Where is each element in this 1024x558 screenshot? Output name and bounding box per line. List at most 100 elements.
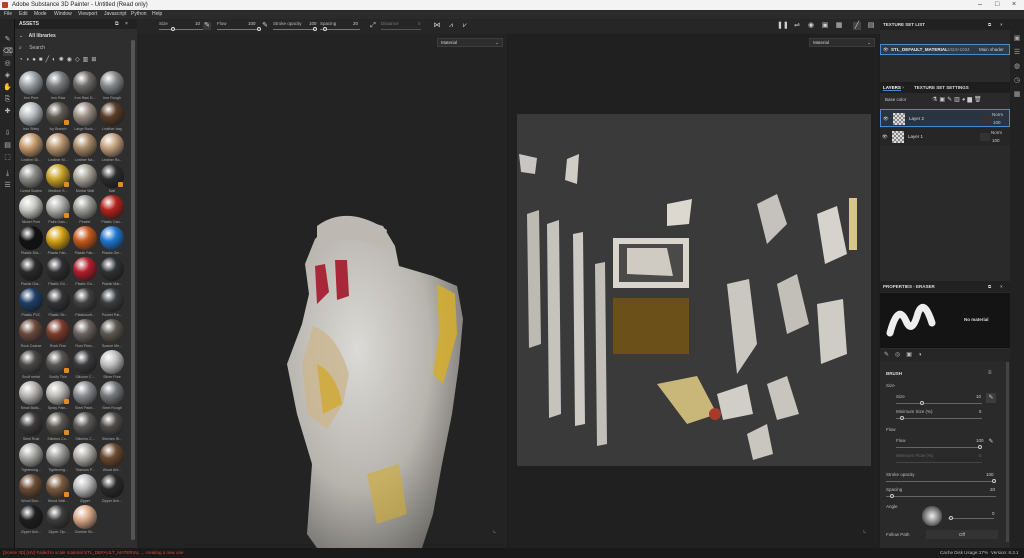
stroke-opacity-value[interactable]: 100 [309, 21, 317, 26]
uv-tool-icon[interactable]: ▤ [3, 141, 12, 150]
layer-name[interactable]: Layer 2 [909, 110, 924, 128]
menu-viewport[interactable]: Viewport [78, 10, 97, 19]
camera-view-icon[interactable]: ◉ [807, 22, 815, 30]
angle-value[interactable]: 0 [992, 511, 995, 516]
spacing-knob[interactable] [890, 494, 894, 498]
scrollbar-thumb[interactable] [131, 40, 135, 540]
material-thumbnail[interactable]: Pewter [73, 195, 97, 227]
size-value[interactable]: 10 [195, 21, 200, 26]
material-thumbnail[interactable]: Small Balls... [19, 381, 43, 413]
material-thumbnail[interactable]: Plasticsoft... [73, 288, 97, 320]
tab-alpha-icon[interactable]: ◎ [895, 352, 906, 358]
min-flow-slider[interactable] [896, 462, 982, 463]
brush-presets-icon[interactable]: ≡ [988, 370, 992, 376]
clone-icon[interactable]: ⎘ [3, 95, 12, 104]
brush-flow-slider[interactable] [896, 447, 982, 448]
brush-size-value[interactable]: 10 [976, 394, 981, 399]
material-thumbnail[interactable]: Stitches Co... [46, 412, 70, 444]
min-size-slider[interactable] [896, 418, 982, 419]
stroke-opacity-knob[interactable] [313, 27, 317, 31]
material-thumbnail[interactable]: Rock Fine [46, 319, 70, 351]
material-thumbnail[interactable]: Plastic Fab... [73, 226, 97, 258]
material-thumbnail[interactable]: Leather Ro... [100, 133, 124, 165]
material-thumbnail[interactable]: Zombie Sk... [73, 505, 97, 537]
material-thumbnail[interactable]: Steel Paint... [73, 381, 97, 413]
material-thumbnail[interactable]: Zipper Zip... [46, 505, 70, 537]
brush-flow-value[interactable]: 100 [976, 438, 984, 443]
maximize-icon[interactable]: □ [995, 0, 999, 10]
material-thumbnail[interactable]: Nail [100, 164, 124, 196]
eraser-icon[interactable]: ⌫ [3, 47, 13, 56]
close-icon[interactable]: × [1012, 0, 1016, 10]
delete-layer-icon[interactable]: 🗑 [974, 97, 984, 103]
material-thumbnail[interactable]: Stitches St... [100, 412, 124, 444]
eye-icon[interactable]: 👁 [883, 45, 889, 54]
tab-texture-set-settings[interactable]: TEXTURE SET SETTINGS [914, 82, 969, 93]
size-pressure-icon[interactable]: ✎ [986, 393, 996, 403]
material-thumbnail[interactable]: Silver Pure [100, 350, 124, 382]
menu-help[interactable]: Help [152, 10, 162, 19]
properties-scrollbar[interactable] [1006, 362, 1009, 542]
eye-icon[interactable]: 👁 [882, 128, 888, 146]
add-fill-layer-icon[interactable]: ▥ [954, 97, 962, 103]
filter-texture-icon[interactable]: ■ [39, 57, 46, 63]
uv-canvas[interactable] [517, 114, 871, 466]
spacing-value[interactable]: 20 [990, 487, 995, 492]
filter-material-icon[interactable]: ● [32, 57, 39, 63]
library-row[interactable]: ⌄ All libraries [19, 33, 56, 39]
selection-icon[interactable]: ⬚ [3, 153, 12, 162]
menu-python[interactable]: Python [131, 10, 147, 19]
material-thumbnail[interactable]: Scuff metal [19, 350, 43, 382]
filter-environment-icon[interactable]: ◉ [67, 57, 75, 63]
filter-alpha-icon[interactable]: ◐ [52, 57, 59, 63]
symmetry-icon[interactable]: ⋈ [433, 22, 441, 30]
display-mode-icon[interactable]: ▣ [821, 22, 829, 30]
layer-name[interactable]: Layer 1 [908, 128, 923, 146]
min-size-value[interactable]: 5 [979, 409, 982, 414]
geometry-fill-icon[interactable]: ◈ [3, 71, 12, 80]
material-thumbnail[interactable]: Iron Shiny [19, 102, 43, 134]
close-panel-icon[interactable]: × [1000, 19, 1003, 30]
menu-mode[interactable]: Mode [34, 10, 47, 19]
min-flow-value[interactable]: 0 [979, 453, 982, 458]
material-thumbnail[interactable]: Titanium P... [73, 443, 97, 475]
tab-layers-close-icon[interactable]: × [902, 82, 905, 93]
display-settings-icon[interactable]: ☰ [3, 181, 12, 190]
material-thumbnail[interactable]: Iron Pure [19, 71, 43, 103]
minimize-icon[interactable]: – [978, 0, 982, 10]
pen-pressure-icon[interactable]: ✎ [203, 22, 211, 30]
spacing-slider[interactable] [886, 496, 996, 497]
min-size-knob[interactable] [900, 416, 904, 420]
render-mode-icon[interactable]: ⇌ [793, 22, 801, 30]
layers-icon[interactable]: ☰ [1013, 49, 1021, 57]
filter-generator-icon[interactable]: ◇ [75, 57, 83, 63]
size-slider[interactable] [159, 29, 203, 30]
material-thumbnail[interactable]: Plastic Fab... [46, 226, 70, 258]
material-thumbnail[interactable]: Plastic Dia... [19, 226, 43, 258]
flow-pressure-icon[interactable]: ✎ [261, 22, 269, 30]
texture-set-item[interactable]: 👁 STL_DEFAULT_MATERIAL 1024×1024 Main sh… [880, 44, 1010, 55]
stroke-opacity-slider[interactable] [273, 29, 317, 30]
material-thumbnail[interactable]: Leather Bl... [19, 133, 43, 165]
angle-knob[interactable] [949, 516, 953, 520]
assets-scrollbar[interactable] [131, 40, 135, 540]
material-thumbnail[interactable]: Wood Bou... [19, 474, 43, 506]
angle-slider[interactable] [948, 518, 994, 519]
material-thumbnail[interactable]: Lizard Scales [19, 164, 43, 196]
asset-filter-bar[interactable]: ◔◑●■╱◐✺◉◇▥⊞ [19, 56, 133, 65]
viewport-2d-channel-dropdown[interactable]: Material ⌄ [809, 38, 875, 47]
material-thumbnail[interactable]: Zipper Ach... [19, 505, 43, 537]
angle-dial[interactable] [922, 506, 942, 526]
menu-file[interactable]: File [4, 10, 12, 19]
material-thumbnail[interactable]: Wood Arti... [100, 443, 124, 475]
material-thumbnail[interactable]: Scuffy Thin [46, 350, 70, 382]
distance-slider[interactable] [381, 29, 421, 30]
pause-icon[interactable]: ❚❚ [777, 22, 789, 30]
export-icon[interactable]: ⤓ [3, 169, 12, 178]
material-thumbnail[interactable]: Iron Raw [46, 71, 70, 103]
projection-icon[interactable]: ◎ [3, 59, 12, 68]
tab-stencil-icon[interactable]: ▣ [906, 352, 918, 358]
material-thumbnail[interactable]: Tightening... [46, 443, 70, 475]
brush-flow-knob[interactable] [978, 445, 982, 449]
material-thumbnail[interactable]: Plastic Gri... [46, 257, 70, 289]
